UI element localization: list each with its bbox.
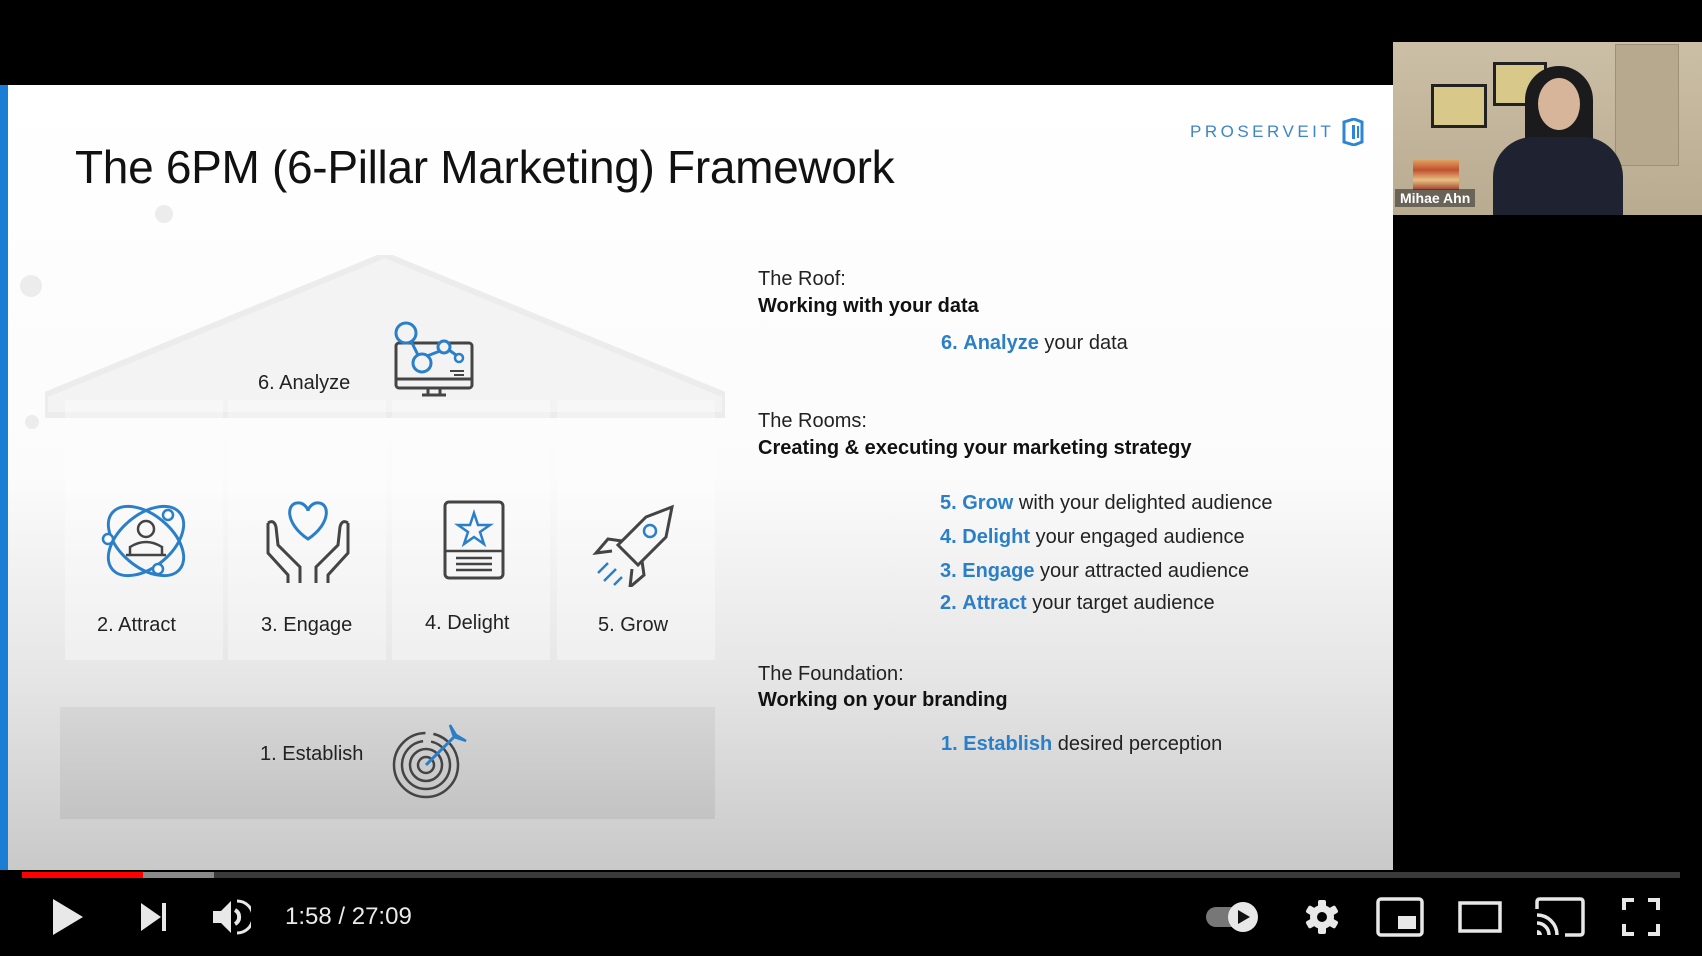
logo-mark-icon bbox=[1342, 118, 1364, 146]
roof-subheading: Working with your data bbox=[758, 295, 979, 317]
rooms-subheading: Creating & executing your marketing stra… bbox=[758, 437, 1192, 459]
foundation-item: 1. Establish desired perception bbox=[941, 733, 1223, 755]
time-display: 1:58 / 27:09 bbox=[285, 903, 412, 930]
pillar-label-grow: 5. Grow bbox=[598, 614, 669, 636]
logo-text: PROSERVEIT bbox=[1190, 122, 1335, 141]
next-button[interactable] bbox=[134, 893, 174, 941]
miniplayer-button[interactable] bbox=[1374, 893, 1426, 941]
pillar-label-delight: 4. Delight bbox=[425, 612, 510, 634]
rooms-heading: The Rooms: bbox=[758, 410, 867, 432]
video-player[interactable]: The 6PM (6-Pillar Marketing) Framework P… bbox=[0, 0, 1702, 956]
star-card-icon bbox=[443, 500, 505, 580]
pillar-label-establish: 1. Establish bbox=[260, 743, 364, 765]
background-decoration bbox=[20, 275, 42, 297]
participant-name: Mihae Ahn bbox=[1395, 189, 1476, 207]
theater-mode-button[interactable] bbox=[1454, 893, 1506, 941]
current-time: 1:58 bbox=[285, 903, 332, 930]
hands-heart-icon bbox=[266, 501, 350, 583]
progress-bar[interactable] bbox=[22, 872, 1680, 878]
rooms-item-engage: 3. Engage your attracted audience bbox=[940, 560, 1250, 582]
slide-title: The 6PM (6-Pillar Marketing) Framework bbox=[75, 141, 895, 193]
wall-frame bbox=[1431, 84, 1487, 128]
roof-item: 6. Analyze your data bbox=[941, 332, 1128, 354]
rooms-item-attract: 2. Attract your target audience bbox=[940, 592, 1215, 614]
atom-person-icon bbox=[101, 504, 186, 578]
rooms-item-delight: 4. Delight your engaged audience bbox=[940, 526, 1245, 548]
theater-mode-icon bbox=[1458, 901, 1502, 933]
miniplayer-icon bbox=[1376, 897, 1424, 937]
fullscreen-icon bbox=[1622, 898, 1660, 936]
pillar-label-attract: 2. Attract bbox=[97, 614, 176, 636]
presenter-body bbox=[1493, 137, 1623, 215]
presentation-slide: The 6PM (6-Pillar Marketing) Framework P… bbox=[0, 85, 1393, 870]
foundation-heading: The Foundation: bbox=[758, 663, 904, 685]
slide-accent-bar bbox=[0, 85, 8, 870]
target-arrow-icon bbox=[392, 724, 467, 799]
autoplay-toggle[interactable] bbox=[1202, 893, 1264, 941]
monitor-analytics-icon bbox=[394, 321, 474, 397]
rooms-item-grow: 5. Grow with your delighted audience bbox=[940, 492, 1273, 514]
volume-button[interactable] bbox=[206, 893, 256, 941]
autoplay-toggle-icon bbox=[1206, 902, 1258, 932]
house-foundation bbox=[60, 707, 715, 819]
volume-icon bbox=[213, 899, 251, 935]
pillar-label-analyze: 6. Analyze bbox=[258, 372, 351, 394]
foundation-subheading: Working on your branding bbox=[758, 689, 1008, 711]
settings-button[interactable] bbox=[1300, 893, 1344, 941]
proserveit-logo: PROSERVEIT bbox=[1190, 118, 1364, 146]
next-icon bbox=[141, 903, 166, 931]
background-decoration bbox=[25, 415, 39, 429]
gear-icon bbox=[1306, 900, 1338, 934]
rocket-icon bbox=[592, 504, 675, 587]
duration: 27:09 bbox=[351, 903, 412, 930]
webcam-feed: Mihae Ahn bbox=[1393, 42, 1702, 215]
book-stack bbox=[1413, 160, 1459, 190]
presenter-face bbox=[1538, 78, 1580, 130]
cast-button[interactable] bbox=[1533, 893, 1587, 941]
roof-heading: The Roof: bbox=[758, 268, 846, 290]
cast-icon bbox=[1535, 897, 1585, 937]
play-button[interactable] bbox=[46, 893, 90, 941]
fullscreen-button[interactable] bbox=[1618, 893, 1664, 941]
wall-poster bbox=[1615, 44, 1679, 166]
background-decoration bbox=[155, 205, 173, 223]
play-icon bbox=[53, 899, 83, 935]
progress-played bbox=[22, 872, 144, 878]
pillar-label-engage: 3. Engage bbox=[261, 614, 353, 636]
